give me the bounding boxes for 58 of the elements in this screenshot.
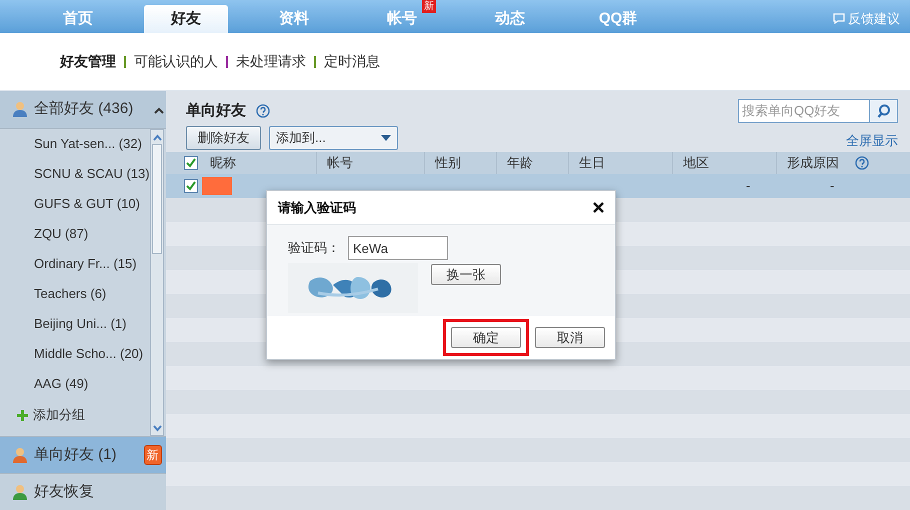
help-icon[interactable] — [855, 156, 869, 170]
scroll-down-icon[interactable] — [152, 424, 162, 432]
search-field[interactable]: 搜索单向QQ好友 — [738, 99, 898, 123]
column-header[interactable]: 年龄 — [507, 153, 533, 173]
scrollbar[interactable] — [150, 129, 164, 436]
sidebar-header-label: 全部好友 (436) — [34, 99, 134, 120]
column-header[interactable]: 地区 — [683, 153, 709, 173]
section-title: 单向好友 — [186, 100, 246, 121]
subnav-link[interactable]: 定时消息 — [324, 51, 380, 72]
subnav-link[interactable]: 未处理请求 — [236, 51, 306, 72]
group-item[interactable]: SCNU & SCAU (13) — [0, 159, 150, 189]
group-item[interactable]: AAG (49) — [0, 369, 150, 399]
group-item[interactable]: Middle Scho... (20) — [0, 339, 150, 369]
group-item[interactable]: Sun Yat-sen... (32) — [0, 129, 150, 159]
sidebar-section[interactable]: 单向好友 (1) 新 — [0, 436, 166, 473]
add-to-dropdown[interactable]: 添加到... — [269, 126, 398, 150]
fullscreen-link[interactable]: 全屏显示 — [846, 131, 898, 150]
sidebar-section[interactable]: 好友恢复 — [0, 473, 166, 510]
close-icon[interactable] — [593, 202, 604, 213]
subnav-link[interactable]: 可能认识的人 — [134, 51, 218, 72]
captcha-input[interactable]: KeWa — [348, 236, 448, 260]
table-cell-text: - — [745, 177, 752, 196]
speech-bubble-icon — [833, 13, 845, 24]
sidebar-header[interactable]: 全部好友 (436) — [0, 91, 166, 129]
group-item[interactable]: ZQU (87) — [0, 219, 150, 249]
plus-icon — [17, 410, 28, 420]
refresh-captcha-button[interactable]: 换一张 — [431, 264, 501, 285]
add-group-link[interactable]: 添加分组 — [33, 405, 85, 425]
column-header[interactable]: 昵称 — [210, 153, 236, 173]
group-item[interactable]: GUFS & GUT (10) — [0, 189, 150, 219]
column-header[interactable]: 性别 — [435, 153, 461, 173]
column-header[interactable]: 形成原因 — [787, 153, 839, 173]
column-header[interactable]: 帐号 — [327, 153, 353, 173]
new-badge: 新 — [144, 445, 162, 465]
group-item[interactable]: Teachers (6) — [0, 279, 150, 309]
column-header[interactable]: 生日 — [579, 153, 605, 173]
cancel-button[interactable]: 取消 — [535, 327, 605, 348]
search-icon[interactable] — [869, 100, 897, 122]
field-label: 验证码： — [288, 239, 341, 258]
new-badge: 新 — [422, 0, 436, 13]
table-cell-text: - — [829, 177, 836, 196]
ok-button[interactable]: 确定 — [451, 327, 521, 348]
delete-friend-button[interactable]: 删除好友 — [186, 126, 261, 150]
dialog-title: 请输入验证码 — [278, 198, 356, 217]
chevron-icon — [154, 106, 164, 114]
group-item[interactable]: Ordinary Fr... (15) — [0, 249, 150, 279]
caret-icon — [381, 134, 391, 141]
scroll-up-icon[interactable] — [152, 134, 162, 140]
person-icon — [12, 446, 29, 464]
group-item[interactable]: Beijing Uni... (1) — [0, 309, 150, 339]
person-icon — [12, 484, 29, 500]
nav-tab[interactable]: 好友 — [144, 5, 228, 33]
subnav-link[interactable]: 好友管理 — [60, 51, 116, 72]
avatar-swatch — [202, 177, 232, 195]
help-icon[interactable] — [256, 104, 270, 118]
checkbox[interactable] — [184, 179, 198, 193]
checkbox[interactable] — [184, 156, 198, 170]
person-icon — [12, 101, 29, 118]
